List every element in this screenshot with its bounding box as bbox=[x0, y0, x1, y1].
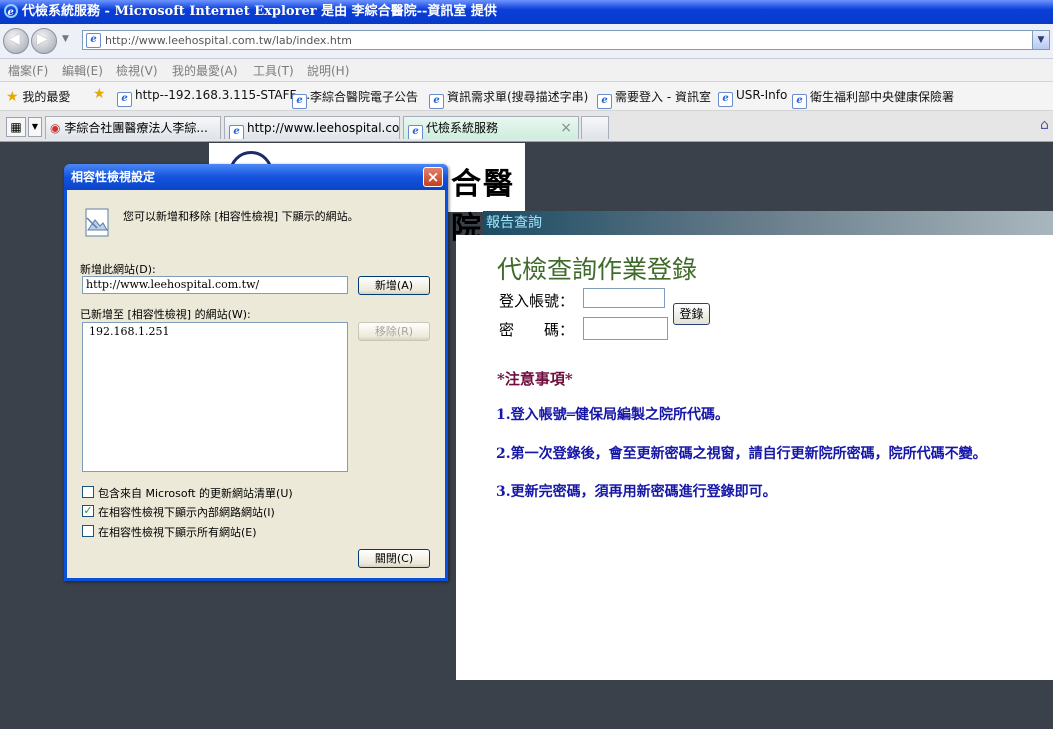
fav-label: 需要登入 - 資訊室 bbox=[615, 90, 711, 104]
close-tab-icon[interactable]: × bbox=[560, 117, 572, 139]
window-title-bar: e 代檢系統服務 - Microsoft Internet Explorer 是… bbox=[0, 0, 1053, 24]
fav-item-staff[interactable]: e http--192.168.3.115-STAFF_... bbox=[117, 88, 314, 107]
add-site-input[interactable]: http://www.leehospital.com.tw/ bbox=[82, 276, 348, 294]
account-label: 登入帳號： bbox=[499, 292, 575, 310]
close-icon[interactable]: × bbox=[423, 167, 443, 187]
fav-label: 衛生福利部中央健康保險署 bbox=[810, 90, 955, 104]
fav-label: 資訊需求單(搜尋描述字串) bbox=[447, 90, 589, 104]
address-toolbar: ◀ ▶ ▼ e http://www.leehospital.com.tw/la… bbox=[0, 24, 1053, 59]
fav-label: 李綜合醫院電子公告 bbox=[310, 90, 419, 104]
fav-label: USR-Info bbox=[736, 88, 788, 102]
add-favorite-icon[interactable]: ★ bbox=[93, 86, 106, 102]
checkbox-include-ms-list[interactable] bbox=[82, 486, 94, 498]
fav-item-login[interactable]: e 需要登入 - 資訊室 bbox=[597, 88, 711, 109]
favorites-bar: ★ 我的最愛 ★ e http--192.168.3.115-STAFF_... … bbox=[0, 82, 1053, 111]
back-arrow-icon: ◀ bbox=[9, 31, 20, 47]
page-icon: e bbox=[792, 94, 807, 109]
password-label: 密 碼： bbox=[499, 321, 575, 339]
checkbox-label: 包含來自 Microsoft 的更新網站清單(U) bbox=[98, 487, 293, 500]
added-sites-label: 已新增至 [相容性檢視] 的網站(W): bbox=[80, 308, 251, 321]
page-icon: e bbox=[292, 94, 307, 109]
tab-bar: ▦ ▼ ◉ 李綜合社團醫療法人李綜... e http://www.leehosp… bbox=[0, 111, 1053, 142]
checkbox-label: 在相容性檢視下顯示內部網路網站(I) bbox=[98, 506, 275, 519]
menu-bar: 檔案(F) 編輯(E) 檢視(V) 我的最愛(A) 工具(T) 說明(H) bbox=[0, 59, 1053, 82]
address-url: http://www.leehospital.com.tw/lab/index.… bbox=[105, 34, 352, 47]
tab-lab-service[interactable]: e 代檢系統服務 × bbox=[403, 116, 579, 139]
forward-button[interactable]: ▶ bbox=[31, 28, 57, 54]
added-sites-list[interactable]: 192.168.1.251 bbox=[82, 322, 348, 472]
history-dropdown-icon[interactable]: ▼ bbox=[62, 34, 69, 44]
tab-label: 李綜合社團醫療法人李綜... bbox=[64, 121, 208, 135]
tab-list-dropdown-icon[interactable]: ▼ bbox=[28, 117, 42, 137]
page-icon: e bbox=[229, 125, 244, 139]
tab-label: 代檢系統服務 bbox=[426, 121, 499, 135]
dialog-title-bar[interactable]: 相容性檢視設定 × bbox=[64, 164, 448, 190]
back-button[interactable]: ◀ bbox=[3, 28, 29, 54]
form-title: 代檢查詢作業登錄 bbox=[497, 255, 698, 284]
address-dropdown-icon[interactable]: ▼ bbox=[1032, 31, 1049, 49]
checkbox-intranet-sites[interactable]: ✓ bbox=[82, 505, 94, 517]
favorites-label: 我的最愛 bbox=[22, 90, 71, 104]
address-bar[interactable]: e http://www.leehospital.com.tw/lab/inde… bbox=[82, 30, 1050, 50]
page-icon: e bbox=[429, 94, 444, 109]
checkbox-label: 在相容性檢視下顯示所有網站(E) bbox=[98, 526, 257, 539]
window-title: 代檢系統服務 - Microsoft Internet Explorer 是由 … bbox=[22, 4, 497, 19]
list-item[interactable]: 192.168.1.251 bbox=[89, 325, 169, 338]
fav-item-usr-info[interactable]: e USR-Info bbox=[718, 88, 787, 107]
tab-homepage[interactable]: ehttp://www.leehospital.com.tw... bbox=[224, 116, 400, 139]
login-button[interactable]: 登錄 bbox=[673, 303, 710, 325]
menu-favorites[interactable]: 我的最愛(A) bbox=[172, 62, 238, 79]
hospital-seal-icon: ◉ bbox=[50, 121, 61, 135]
notice-title: *注意事項* bbox=[497, 370, 573, 388]
fav-item-request[interactable]: e 資訊需求單(搜尋描述字串) bbox=[429, 88, 588, 109]
fav-item-announcement[interactable]: e 李綜合醫院電子公告 bbox=[292, 88, 418, 109]
compatibility-view-dialog: 相容性檢視設定 × 您可以新增和移除 [相容性檢視] 下顯示的網站。 新增此網站… bbox=[64, 164, 448, 581]
add-button[interactable]: 新增(A) bbox=[358, 276, 430, 295]
page-icon: e bbox=[86, 33, 101, 48]
favorites-button[interactable]: ★ 我的最愛 bbox=[6, 88, 70, 105]
star-icon: ★ bbox=[6, 89, 19, 105]
report-query-bar: 報告查詢 bbox=[483, 211, 1053, 235]
page-icon: e bbox=[718, 92, 733, 107]
quick-tabs-icon[interactable]: ▦ bbox=[6, 117, 26, 137]
remove-button[interactable]: 移除(R) bbox=[358, 322, 430, 341]
account-input[interactable] bbox=[583, 288, 665, 308]
compatibility-view-icon bbox=[85, 208, 111, 241]
menu-file[interactable]: 檔案(F) bbox=[8, 62, 48, 79]
checkbox-all-sites[interactable] bbox=[82, 525, 94, 537]
menu-tools[interactable]: 工具(T) bbox=[253, 62, 294, 79]
dialog-body: 您可以新增和移除 [相容性檢視] 下顯示的網站。 新增此網站(D): http:… bbox=[67, 190, 445, 578]
forward-arrow-icon: ▶ bbox=[37, 31, 48, 47]
menu-view[interactable]: 檢視(V) bbox=[116, 62, 158, 79]
page-icon: e bbox=[408, 125, 423, 139]
page-icon: e bbox=[597, 94, 612, 109]
home-icon[interactable]: ⌂ bbox=[1040, 117, 1049, 133]
menu-help[interactable]: 說明(H) bbox=[307, 62, 349, 79]
tab-label: http://www.leehospital.com.tw... bbox=[247, 121, 400, 135]
svg-text:e: e bbox=[8, 7, 14, 18]
dialog-description: 您可以新增和移除 [相容性檢視] 下顯示的網站。 bbox=[123, 210, 359, 223]
note-item: 3.更新完密碼，須再用新密碼進行登錄即可。 bbox=[496, 484, 777, 500]
page-icon: e bbox=[117, 92, 132, 107]
note-item: 1.登入帳號═健保局編製之院所代碼。 bbox=[496, 407, 730, 423]
new-tab-button[interactable] bbox=[581, 116, 609, 139]
fav-label: http--192.168.3.115-STAFF_... bbox=[135, 88, 314, 102]
password-input[interactable] bbox=[583, 317, 668, 340]
tab-hospital[interactable]: ◉ 李綜合社團醫療法人李綜... bbox=[45, 116, 221, 139]
close-button[interactable]: 關閉(C) bbox=[358, 549, 430, 568]
dialog-title: 相容性檢視設定 bbox=[71, 170, 156, 184]
note-item: 2.第一次登錄後，會至更新密碼之視窗，請自行更新院所密碼，院所代碼不變。 bbox=[496, 446, 987, 462]
menu-edit[interactable]: 編輯(E) bbox=[62, 62, 103, 79]
add-site-label: 新增此網站(D): bbox=[80, 263, 156, 276]
ie-logo-icon: e bbox=[4, 3, 18, 18]
fav-item-nhi[interactable]: e 衛生福利部中央健康保險署 bbox=[792, 88, 954, 109]
